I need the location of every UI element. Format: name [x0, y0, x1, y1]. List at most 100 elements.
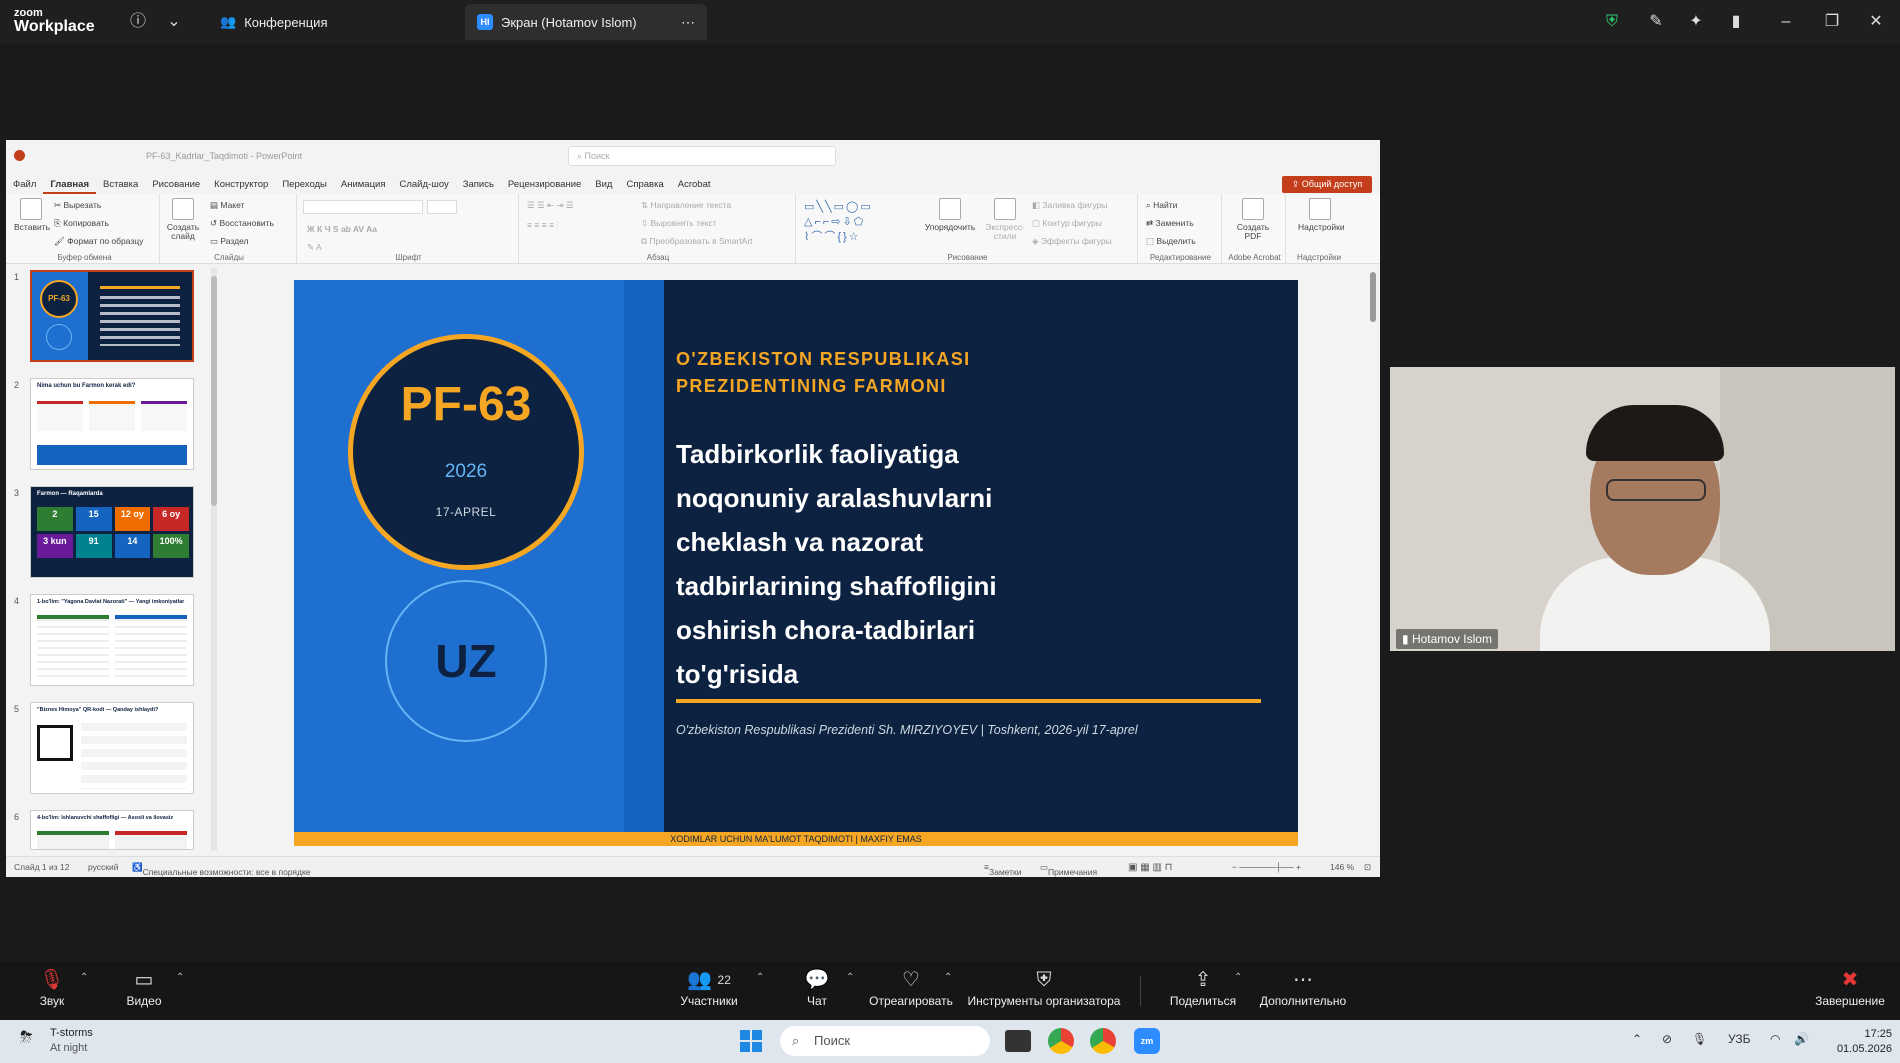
- scrollbar-thumb[interactable]: [211, 276, 217, 506]
- find-button[interactable]: ⌕ Найти: [1146, 200, 1177, 211]
- menu-transitions[interactable]: Переходы: [275, 176, 334, 194]
- new-slide-button[interactable]: Создать слайд: [166, 198, 200, 242]
- scrollbar-thumb[interactable]: [1370, 272, 1376, 322]
- paste-button[interactable]: Вставить: [14, 198, 50, 232]
- text-direction-button[interactable]: ⇅ Направление текста: [641, 200, 731, 211]
- notes-button[interactable]: ≡ Заметки: [984, 862, 1021, 877]
- align-text-button[interactable]: ⇳ Выровнять текст: [641, 218, 717, 229]
- audio-button[interactable]: 🎙 Звук: [30, 966, 74, 1008]
- more-button[interactable]: ⋯ Дополнительно: [1256, 966, 1350, 1008]
- menu-animations[interactable]: Анимация: [334, 176, 393, 194]
- menu-design[interactable]: Конструктор: [207, 176, 275, 194]
- bold-button[interactable]: Ж К Ч S ab AV Aa: [307, 224, 377, 234]
- weather-widget[interactable]: ⛈ T-storms At night: [20, 1026, 93, 1056]
- taskbar-clock[interactable]: 17:25 01.05.2026: [1820, 1027, 1892, 1057]
- shield-icon[interactable]: ⛨: [1600, 10, 1624, 34]
- menu-review[interactable]: Рецензирование: [501, 176, 588, 194]
- cut-button[interactable]: ✂ Вырезать: [54, 200, 101, 211]
- accessibility-status[interactable]: ♿ Специальные возможности: все в порядке: [132, 862, 311, 877]
- slide-thumbnail-2[interactable]: Nima uchun bu Farmon kerak edi?: [30, 378, 194, 470]
- shape-fill-button[interactable]: ◧ Заливка фигуры: [1032, 200, 1107, 211]
- slide-thumbnail-4[interactable]: 1-bo'lim: "Yagona Davlat Nazorati" — Yan…: [30, 594, 194, 686]
- replace-button[interactable]: ⇄ Заменить: [1146, 218, 1194, 229]
- chat-button[interactable]: 💬 Чат: [800, 966, 834, 1008]
- menu-insert[interactable]: Вставка: [96, 176, 145, 194]
- slide-thumbnail-1[interactable]: PF-63: [30, 270, 194, 362]
- menu-record[interactable]: Запись: [456, 176, 501, 194]
- microphone-icon[interactable]: 🎙: [1692, 1032, 1707, 1046]
- language-indicator[interactable]: УЗБ: [1728, 1032, 1750, 1046]
- copy-button[interactable]: ⎘ Копировать: [54, 218, 109, 229]
- layout-button[interactable]: ▤ Макет: [210, 200, 244, 211]
- shapes-gallery[interactable]: ▭╲╲▭◯▭ △⌐⌐⇨⇩⬠ ⌇⌒⌒{}☆: [804, 200, 914, 246]
- menu-help[interactable]: Справка: [619, 176, 670, 194]
- comments-button[interactable]: ▭ Примечания: [1040, 862, 1097, 877]
- font-size-select[interactable]: [427, 200, 457, 214]
- react-button[interactable]: ♡ Отреагировать: [866, 966, 956, 1008]
- menu-slideshow[interactable]: Слайд-шоу: [393, 176, 456, 194]
- task-view-icon[interactable]: [1005, 1030, 1031, 1052]
- volume-icon[interactable]: 🔊: [1794, 1032, 1809, 1046]
- end-meeting-button[interactable]: ✖ Завершение: [1812, 966, 1888, 1008]
- restore-icon[interactable]: ❐: [1820, 10, 1844, 34]
- reset-button[interactable]: ↺ Восстановить: [210, 218, 274, 229]
- tab-screen-share[interactable]: HI Экран (Hotamov Islom) ⋯: [465, 4, 707, 40]
- view-layout-icon[interactable]: ▮: [1724, 10, 1748, 34]
- network-off-icon[interactable]: ⊘: [1662, 1032, 1672, 1046]
- tab-conference[interactable]: 👥 Конференция: [208, 4, 458, 40]
- chrome-icon[interactable]: [1048, 1028, 1074, 1054]
- share-button[interactable]: ⇪ Общий доступ: [1282, 176, 1372, 193]
- participant-video-tile[interactable]: ▮ Hotamov Islom: [1390, 367, 1895, 651]
- slide-scrollbar[interactable]: [1369, 272, 1377, 852]
- participants-options-caret[interactable]: ⌃: [756, 972, 764, 983]
- zoom-level[interactable]: 146 %: [1330, 862, 1354, 872]
- video-button[interactable]: ▭ Видео: [122, 966, 166, 1008]
- bullets-button[interactable]: ☰ ☰ ⇤ ⇥ ☰: [527, 200, 574, 211]
- menu-home[interactable]: Главная: [43, 176, 96, 194]
- select-button[interactable]: ⬚ Выделить: [1146, 236, 1196, 247]
- slide-thumbnail-5[interactable]: "Biznes Himoya" QR-kodi — Qanday ishlayd…: [30, 702, 194, 794]
- zoom-slider[interactable]: − ──────┼── +: [1232, 862, 1301, 872]
- create-pdf-button[interactable]: Создать PDF: [1236, 198, 1270, 242]
- menu-view[interactable]: Вид: [588, 176, 619, 194]
- quick-styles-button[interactable]: Экспресс-стили: [982, 198, 1028, 242]
- video-options-caret[interactable]: ⌃: [176, 972, 184, 983]
- slide-canvas[interactable]: PF-63 2026 17-APREL UZ O'ZBEKISTON RESPU…: [294, 280, 1298, 846]
- shape-outline-button[interactable]: ▢ Контур фигуры: [1032, 218, 1102, 229]
- arrange-button[interactable]: Упорядочить: [922, 198, 978, 232]
- fit-to-window-icon[interactable]: ⊡: [1364, 862, 1371, 873]
- info-icon[interactable]: ⓘ: [126, 10, 150, 34]
- thumbnails-scrollbar[interactable]: [211, 268, 217, 851]
- font-family-select[interactable]: [303, 200, 423, 214]
- menu-draw[interactable]: Рисование: [145, 176, 207, 194]
- minimize-icon[interactable]: –: [1774, 10, 1798, 34]
- align-buttons[interactable]: ≡ ≡ ≡ ≡ ⫶: [527, 220, 558, 231]
- smartart-button[interactable]: ⧉ Преобразовать в SmartArt: [641, 236, 753, 247]
- taskbar-search-input[interactable]: ⌕ Поиск: [780, 1026, 990, 1056]
- ppt-search-input[interactable]: ⌕ Поиск: [568, 146, 836, 166]
- menu-acrobat[interactable]: Acrobat: [671, 176, 718, 194]
- wifi-icon[interactable]: ◠: [1770, 1032, 1780, 1046]
- share-options-caret[interactable]: ⌃: [1234, 972, 1242, 983]
- close-icon[interactable]: ✕: [1864, 10, 1888, 34]
- slide-thumbnail-6[interactable]: 4-bo'lim: Ishlanuvchi shaffofligi — Asos…: [30, 810, 194, 850]
- share-screen-button[interactable]: ⇪ Поделиться: [1166, 966, 1240, 1008]
- addins-button[interactable]: Надстройки: [1298, 198, 1345, 232]
- view-buttons[interactable]: ▣ ▦ ▥ ⊓: [1128, 862, 1172, 873]
- zoom-app-icon[interactable]: zm: [1134, 1028, 1160, 1054]
- participants-button[interactable]: 👥 22 Участники: [672, 966, 746, 1008]
- section-button[interactable]: ▭ Раздел: [210, 236, 249, 247]
- chevron-down-icon[interactable]: ⌄: [162, 10, 186, 34]
- react-options-caret[interactable]: ⌃: [944, 972, 952, 983]
- annotate-pen-icon[interactable]: ✎: [1644, 10, 1668, 34]
- chat-options-caret[interactable]: ⌃: [846, 972, 854, 983]
- ai-sparkle-icon[interactable]: ✦: [1684, 10, 1708, 34]
- menu-file[interactable]: Файл: [6, 176, 43, 194]
- shape-effects-button[interactable]: ◈ Эффекты фигуры: [1032, 236, 1112, 247]
- tray-expand-icon[interactable]: ⌃: [1632, 1032, 1642, 1046]
- audio-options-caret[interactable]: ⌃: [80, 972, 88, 983]
- chrome-icon[interactable]: [1090, 1028, 1116, 1054]
- more-options-icon[interactable]: ⋯: [681, 14, 695, 31]
- host-tools-button[interactable]: ⛨ Инструменты организатора: [966, 966, 1122, 1008]
- language-indicator[interactable]: русский: [88, 862, 119, 872]
